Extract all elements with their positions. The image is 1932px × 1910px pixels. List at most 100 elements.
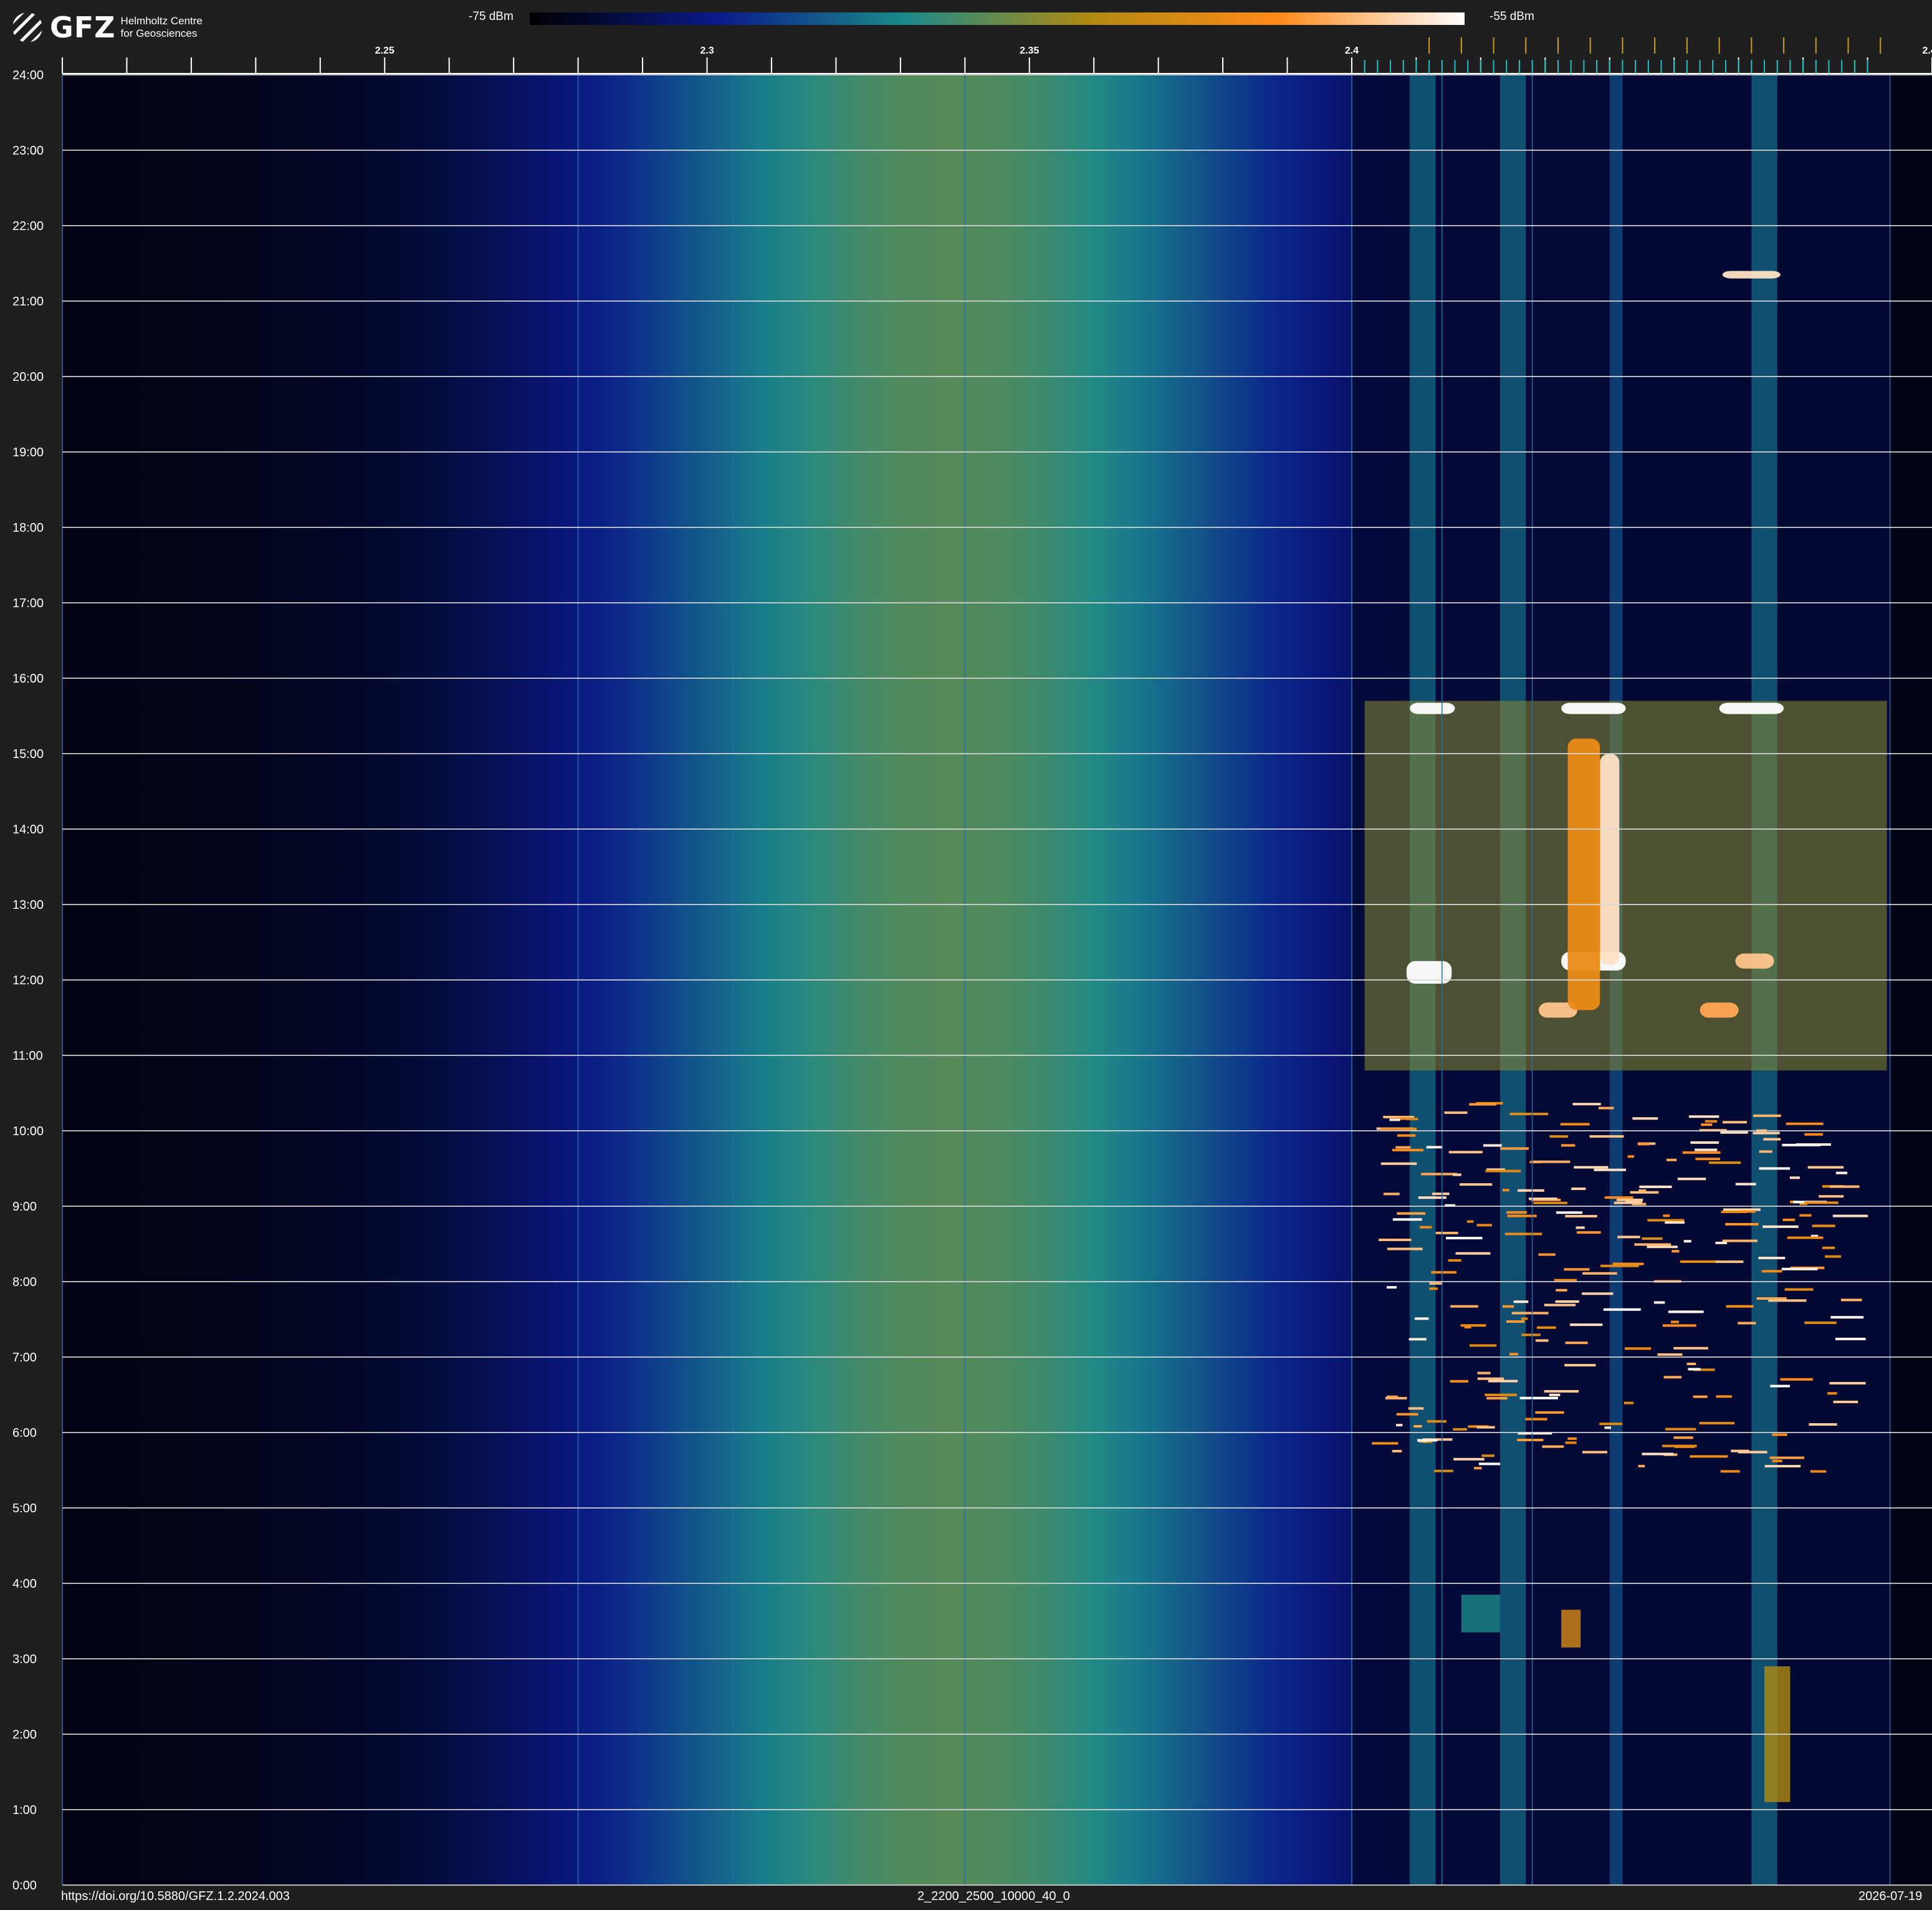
burst-line	[1517, 1439, 1544, 1442]
burst-line	[1653, 1301, 1665, 1304]
burst-line	[1782, 1218, 1796, 1221]
y-tick-label: 0:00	[12, 1879, 37, 1893]
y-tick-label: 16:00	[12, 672, 44, 686]
burst-line	[1822, 1246, 1835, 1249]
burst-line	[1544, 1303, 1576, 1307]
burst-line	[1387, 1286, 1397, 1289]
burst-line	[1657, 1353, 1683, 1356]
burst-line	[1690, 1141, 1719, 1144]
burst-line	[1565, 1441, 1577, 1444]
burst-line	[1722, 1239, 1758, 1242]
burst-line	[1673, 1436, 1693, 1439]
burst-line	[1827, 1392, 1837, 1395]
burst-line	[1701, 1123, 1713, 1126]
x-tick-label: 2.25	[375, 46, 395, 56]
hot-spot	[1561, 703, 1626, 714]
footer-config: 2_2200_2500_10000_40_0	[917, 1889, 1070, 1903]
y-tick-label: 6:00	[12, 1426, 37, 1440]
burst-line	[1565, 1341, 1588, 1345]
burst-line	[1519, 1396, 1558, 1399]
burst-line	[1504, 1232, 1542, 1236]
burst-line	[1772, 1433, 1787, 1436]
burst-line	[1535, 1411, 1564, 1414]
burst-line	[1830, 1185, 1860, 1188]
burst-line	[1789, 1176, 1800, 1179]
burst-line	[1408, 1407, 1424, 1410]
burst-line	[1786, 1122, 1824, 1125]
burst-line	[1564, 1364, 1596, 1367]
burst-line	[1804, 1321, 1837, 1324]
burst-line	[1383, 1193, 1400, 1196]
burst-line	[1560, 1123, 1590, 1126]
burst-line	[1549, 1393, 1561, 1396]
burst-line	[1536, 1326, 1556, 1329]
burst-line	[1432, 1193, 1450, 1196]
burst-line	[1408, 1338, 1427, 1341]
burst-line	[1483, 1144, 1502, 1147]
hot-spot	[1567, 738, 1600, 1010]
y-tick-label: 5:00	[12, 1502, 37, 1515]
burst-line	[1386, 1395, 1399, 1398]
burst-line	[1819, 1195, 1844, 1198]
burst-line	[1582, 1272, 1617, 1275]
burst-line	[1589, 1135, 1624, 1138]
burst-line	[1642, 1452, 1674, 1456]
footer-doi[interactable]: https://doi.org/10.5880/GFZ.1.2.2024.003	[61, 1889, 290, 1904]
burst-line	[1809, 1423, 1837, 1426]
burst-line	[1506, 1320, 1525, 1323]
burst-line	[1695, 1148, 1718, 1151]
burst-line	[1387, 1247, 1423, 1250]
burst-line	[1799, 1214, 1812, 1217]
y-tick-label: 9:00	[12, 1200, 37, 1214]
late-activity-patch	[1561, 1610, 1581, 1648]
burst-line	[1481, 1454, 1494, 1457]
burst-line	[1686, 1362, 1696, 1365]
burst-line	[1450, 1305, 1478, 1308]
burst-line	[1638, 1189, 1647, 1192]
burst-line	[1699, 1421, 1735, 1424]
hot-spot	[1735, 953, 1774, 969]
burst-line	[1380, 1128, 1417, 1131]
burst-line	[1665, 1428, 1696, 1431]
burst-line	[1812, 1224, 1835, 1227]
x-tick-label: 2.4	[1345, 46, 1359, 56]
burst-line	[1667, 1158, 1677, 1161]
burst-line	[1417, 1439, 1438, 1442]
burst-line	[1392, 1449, 1402, 1452]
burst-line	[1835, 1337, 1866, 1340]
burst-line	[1555, 1300, 1579, 1303]
y-tick-label: 24:00	[12, 69, 44, 82]
burst-line	[1690, 1455, 1728, 1458]
burst-line	[1529, 1197, 1557, 1201]
burst-line	[1446, 1237, 1483, 1240]
burst-line	[1396, 1413, 1418, 1416]
burst-line	[1758, 1257, 1786, 1260]
burst-line	[1688, 1368, 1701, 1371]
burst-line	[1731, 1449, 1749, 1452]
burst-line	[1435, 1231, 1458, 1234]
burst-line	[1395, 1424, 1403, 1427]
y-tick-label: 19:00	[12, 446, 44, 459]
y-tick-label: 1:00	[12, 1803, 37, 1817]
burst-line	[1478, 1462, 1501, 1466]
burst-line	[1663, 1214, 1670, 1217]
burst-line	[1680, 1260, 1716, 1263]
y-tick-label: 22:00	[12, 219, 44, 233]
spectrogram-chart: 0:00 1:00 2:00 3:00 4:00 5:00 6:00 7:00 8:00 9:00…	[12, 37, 1932, 1893]
burst-line	[1830, 1316, 1864, 1319]
burst-line	[1784, 1288, 1814, 1291]
burst-line	[1671, 1250, 1680, 1253]
burst-line	[1673, 1346, 1708, 1350]
burst-line	[1513, 1300, 1529, 1303]
burst-line	[1538, 1253, 1556, 1256]
burst-line	[1647, 1219, 1685, 1222]
burst-line	[1637, 1143, 1650, 1146]
burst-line	[1392, 1148, 1424, 1151]
burst-line	[1453, 1457, 1485, 1461]
burst-line	[1683, 1240, 1691, 1243]
burst-line	[1663, 1376, 1682, 1379]
burst-line	[1725, 1222, 1759, 1226]
x-tick-label: 2.35	[1020, 46, 1039, 56]
burst-line	[1804, 1201, 1839, 1204]
burst-line	[1476, 1224, 1492, 1227]
